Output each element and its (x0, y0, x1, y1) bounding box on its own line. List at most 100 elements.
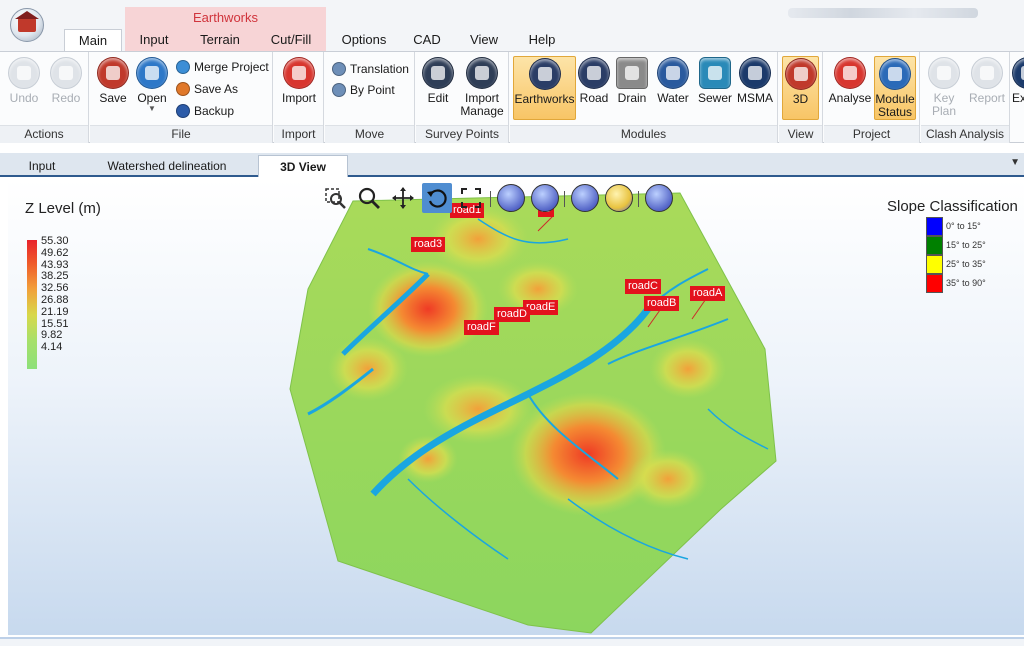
edit-survey-button[interactable]: Edit (421, 57, 455, 105)
application-menu-button[interactable] (10, 8, 44, 42)
merge-project-button[interactable]: Merge Project (176, 57, 269, 77)
report-icon (971, 57, 1003, 89)
drain-label: Drain (617, 91, 647, 105)
open-dropdown-arrow-icon[interactable]: ▼ (134, 105, 170, 113)
group-label-view: View (779, 125, 822, 143)
zoom-extents-icon[interactable] (456, 183, 486, 213)
report-button[interactable]: Report (967, 57, 1007, 105)
water-label: Water (657, 91, 689, 105)
terrain-hill (328, 337, 408, 401)
road-label-road3[interactable]: road3 (411, 237, 446, 252)
tab-input[interactable]: Input (132, 29, 176, 51)
tab-main[interactable]: Main (64, 29, 122, 52)
terrain-hill (628, 449, 708, 509)
import-button[interactable]: Import (279, 57, 319, 105)
by-point-icon (332, 83, 346, 97)
3d-view-button[interactable]: 3D (782, 56, 819, 120)
drain-module-button[interactable]: Drain (614, 57, 650, 105)
tab-options[interactable]: Options (336, 29, 392, 51)
earthworks-module-button[interactable]: Earthworks (513, 56, 576, 120)
edit-icon (422, 57, 454, 89)
slope-swatch-green (926, 236, 943, 255)
3d-label: 3D (792, 92, 809, 106)
road-label-roada[interactable]: roadA (690, 286, 726, 301)
tab-view[interactable]: View (464, 29, 504, 51)
pan-icon[interactable] (388, 183, 418, 213)
group-label-modules: Modules (510, 125, 777, 143)
slope-swatch-red (926, 274, 943, 293)
road-module-button[interactable]: Road (578, 57, 610, 105)
save-button[interactable]: Save (96, 57, 130, 105)
backup-button[interactable]: Backup (176, 101, 234, 121)
view-folder-icon[interactable] (604, 183, 634, 213)
tab-cad[interactable]: CAD (410, 29, 444, 51)
redo-button[interactable]: Redo (48, 57, 84, 105)
group-label-clash-analysis: Clash Analysis (921, 125, 1009, 143)
z-level-legend-values: 55.30 49.62 43.93 38.25 32.56 26.88 21.1… (41, 235, 69, 354)
translation-icon (332, 62, 346, 76)
import-manage-icon (466, 57, 498, 89)
msma-icon (739, 57, 771, 89)
tab-cut-fill[interactable]: Cut/Fill (264, 29, 318, 51)
terrain-model[interactable] (8, 179, 1024, 635)
slope-class-label: 25° to 35° (946, 259, 986, 269)
undo-button[interactable]: Undo (6, 57, 42, 105)
import-manage-button[interactable]: Import Manage (459, 57, 505, 118)
status-bar (0, 637, 1024, 646)
road-label-roadf[interactable]: roadF (464, 320, 499, 335)
doc-tab-input[interactable]: Input (14, 155, 70, 177)
z-level-value: 26.88 (41, 293, 69, 306)
road-label-roadc[interactable]: roadC (625, 279, 661, 294)
undo-label: Undo (9, 91, 39, 105)
doc-tab-3d-view[interactable]: 3D View (258, 155, 348, 177)
report-label: Report (968, 91, 1006, 105)
view-cube-icon[interactable] (644, 183, 674, 213)
group-label-import: Import (274, 125, 323, 143)
doc-tab-watershed[interactable]: Watershed delineation (96, 155, 238, 177)
earthworks-label: Earthworks (514, 92, 575, 106)
analyse-icon (834, 57, 866, 89)
save-label: Save (99, 91, 127, 105)
analyse-button[interactable]: Analyse (828, 57, 872, 105)
3d-viewport[interactable]: Z Level (m) 55.30 49.62 43.93 38.25 32.5… (8, 179, 1024, 635)
zoom-window-icon[interactable] (320, 183, 350, 213)
edit-label: Edit (427, 91, 449, 105)
slope-swatch-yellow (926, 255, 943, 274)
road-label-roadb[interactable]: roadB (644, 296, 680, 311)
sewer-module-button[interactable]: Sewer (696, 57, 734, 105)
by-point-button[interactable]: By Point (332, 80, 395, 100)
road-label-roadd[interactable]: roadD (494, 307, 530, 322)
tab-terrain[interactable]: Terrain (194, 29, 246, 51)
section-up-icon[interactable] (496, 183, 526, 213)
export-icon (1012, 57, 1024, 89)
backup-icon (176, 104, 190, 118)
group-actions: Undo Redo Actions (0, 52, 89, 143)
water-module-button[interactable]: Water (654, 57, 692, 105)
slope-class-label: 15° to 25° (946, 240, 986, 250)
translation-label: Translation (350, 62, 409, 76)
translation-button[interactable]: Translation (332, 59, 409, 79)
tab-help[interactable]: Help (522, 29, 562, 51)
toolbar-separator (490, 191, 491, 207)
key-plan-button[interactable]: Key Plan (925, 57, 963, 118)
water-icon (657, 57, 689, 89)
slope-class-label: 0° to 15° (946, 221, 981, 231)
rotate-icon[interactable] (422, 183, 452, 213)
export-button-partial[interactable]: Ex (1012, 57, 1024, 105)
merge-project-label: Merge Project (194, 60, 269, 74)
section-down-icon[interactable] (530, 183, 560, 213)
save-as-button[interactable]: Save As (176, 79, 238, 99)
open-button[interactable]: Open ▼ (134, 57, 170, 113)
toolbar-separator (564, 191, 565, 207)
msma-module-button[interactable]: MSMA (736, 57, 774, 105)
group-label-survey-points: Survey Points (416, 125, 508, 143)
module-status-label-2: Status (877, 105, 913, 119)
tab-list-dropdown-icon[interactable]: ▼ (1010, 157, 1020, 168)
view-box-icon[interactable] (570, 183, 600, 213)
zoom-icon[interactable] (354, 183, 384, 213)
module-status-icon (879, 58, 911, 90)
by-point-label: By Point (350, 83, 395, 97)
slope-legend-title: Slope Classification (887, 198, 1018, 215)
document-tab-bar: Input Watershed delineation 3D View ▼ (0, 153, 1024, 177)
module-status-button[interactable]: Module Status (874, 56, 916, 120)
